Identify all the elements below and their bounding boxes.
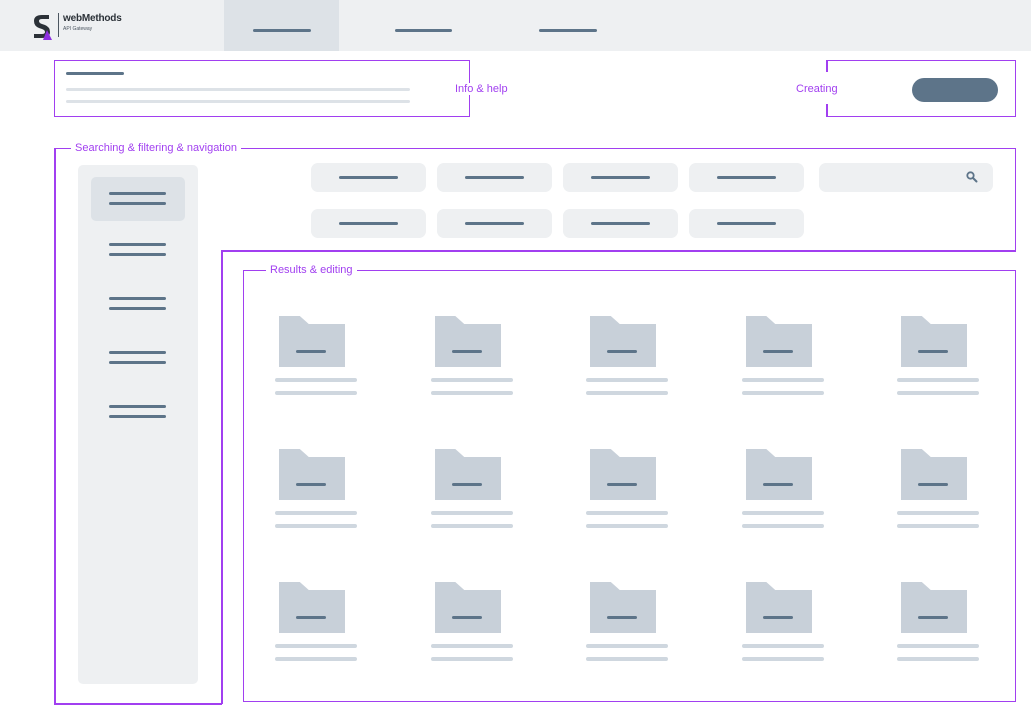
folder-title-placeholder xyxy=(897,511,979,515)
folder-card[interactable] xyxy=(430,316,515,402)
folder-subtitle-placeholder xyxy=(741,391,824,395)
folder-card[interactable] xyxy=(897,449,981,535)
create-button[interactable] xyxy=(912,78,998,102)
filter-chip[interactable] xyxy=(689,209,804,238)
folder-subtitle-placeholder xyxy=(430,657,513,661)
filter-chip[interactable] xyxy=(311,163,426,192)
sidebar-item-5[interactable] xyxy=(91,393,185,437)
folder-subtitle-placeholder xyxy=(275,657,357,661)
folder-icon xyxy=(431,449,515,504)
nav-tab-3[interactable] xyxy=(511,0,626,51)
folder-card[interactable] xyxy=(430,582,515,668)
folder-subtitle-placeholder xyxy=(741,657,824,661)
folder-subtitle-placeholder xyxy=(430,524,513,528)
search-icon[interactable] xyxy=(964,169,980,185)
folder-title-placeholder xyxy=(430,511,513,515)
folder-card[interactable] xyxy=(275,316,359,402)
folder-subtitle-placeholder xyxy=(275,524,357,528)
webmethods-logo-icon[interactable] xyxy=(31,11,53,41)
folder-title-placeholder xyxy=(275,378,357,382)
sidebar-item-4[interactable] xyxy=(91,339,185,383)
folder-icon xyxy=(742,316,826,371)
brand-subtitle: API Gateway xyxy=(63,26,93,32)
sidebar-item-3[interactable] xyxy=(91,285,185,329)
filter-chip[interactable] xyxy=(437,209,552,238)
folder-icon xyxy=(742,582,826,637)
filter-chip[interactable] xyxy=(689,163,804,192)
folder-icon xyxy=(897,316,981,371)
description-line-placeholder xyxy=(66,100,410,103)
folder-card[interactable] xyxy=(430,449,515,535)
sidebar-item-1[interactable] xyxy=(91,177,185,221)
search-filter-nav-zone-edge xyxy=(221,250,1016,252)
folder-icon xyxy=(275,582,359,637)
folder-card[interactable] xyxy=(586,582,670,668)
folder-icon xyxy=(275,449,359,504)
filter-chip[interactable] xyxy=(563,163,678,192)
folder-card[interactable] xyxy=(897,316,981,402)
folder-card[interactable] xyxy=(275,449,359,535)
folder-card[interactable] xyxy=(741,316,826,402)
nav-tab-1[interactable] xyxy=(224,0,339,51)
nav-tab-label-placeholder xyxy=(539,29,597,32)
creating-zone-edge xyxy=(826,104,828,117)
folder-title-placeholder xyxy=(586,511,668,515)
logo-divider xyxy=(58,13,59,37)
folder-card[interactable] xyxy=(897,582,981,668)
folder-card[interactable] xyxy=(586,316,670,402)
folder-card[interactable] xyxy=(586,449,670,535)
folder-title-placeholder xyxy=(275,511,357,515)
folder-subtitle-placeholder xyxy=(897,657,979,661)
brand-name: webMethods xyxy=(63,13,122,24)
sidebar-item-2[interactable] xyxy=(91,231,185,275)
folder-icon xyxy=(586,582,670,637)
folder-subtitle-placeholder xyxy=(897,391,979,395)
folder-subtitle-placeholder xyxy=(275,391,357,395)
folder-card[interactable] xyxy=(741,582,826,668)
folder-title-placeholder xyxy=(741,644,824,648)
folder-title-placeholder xyxy=(430,644,513,648)
page-title-placeholder xyxy=(66,72,124,75)
filter-chip[interactable] xyxy=(563,209,678,238)
folder-title-placeholder xyxy=(897,378,979,382)
folder-icon xyxy=(897,582,981,637)
folder-title-placeholder xyxy=(275,644,357,648)
folder-icon xyxy=(275,316,359,371)
search-filter-nav-zone-edge xyxy=(221,250,223,704)
folder-icon xyxy=(431,582,515,637)
folder-subtitle-placeholder xyxy=(897,524,979,528)
folder-title-placeholder xyxy=(430,378,513,382)
folder-title-placeholder xyxy=(741,378,824,382)
folder-icon xyxy=(431,316,515,371)
folder-icon xyxy=(586,316,670,371)
description-line-placeholder xyxy=(66,88,410,91)
folder-card[interactable] xyxy=(741,449,826,535)
creating-zone-edge xyxy=(826,60,828,72)
nav-tab-label-placeholder xyxy=(253,29,311,32)
search-filter-nav-zone-label: Searching & filtering & navigation xyxy=(71,142,242,154)
sidebar xyxy=(78,165,198,684)
folder-subtitle-placeholder xyxy=(586,657,668,661)
filter-chip[interactable] xyxy=(437,163,552,192)
nav-tab-2[interactable] xyxy=(368,0,483,51)
creating-zone-label: Creating xyxy=(792,83,842,95)
folder-title-placeholder xyxy=(741,511,824,515)
folder-title-placeholder xyxy=(586,378,668,382)
results-editing-zone-label: Results & editing xyxy=(266,264,357,276)
filter-chip[interactable] xyxy=(311,209,426,238)
folder-card[interactable] xyxy=(275,582,359,668)
folder-icon xyxy=(897,449,981,504)
nav-tab-label-placeholder xyxy=(395,29,452,32)
folder-subtitle-placeholder xyxy=(741,524,824,528)
folder-title-placeholder xyxy=(897,644,979,648)
folder-icon xyxy=(742,449,826,504)
info-help-zone-label: Info & help xyxy=(451,83,512,95)
search-filter-nav-zone-edge xyxy=(54,148,56,704)
folder-subtitle-placeholder xyxy=(586,524,668,528)
folder-icon xyxy=(586,449,670,504)
folder-subtitle-placeholder xyxy=(586,391,668,395)
folder-title-placeholder xyxy=(586,644,668,648)
folder-subtitle-placeholder xyxy=(430,391,513,395)
